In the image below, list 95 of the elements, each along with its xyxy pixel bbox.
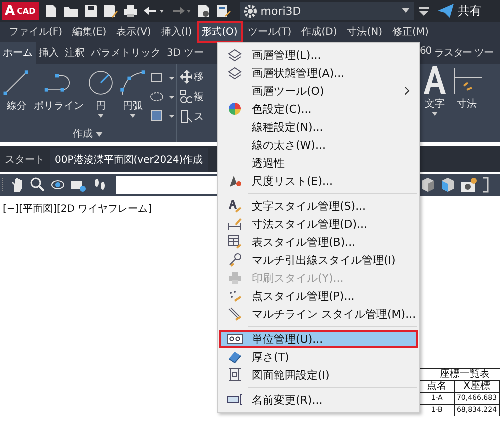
menu-item[interactable]: 寸法スタイル管理(D)...	[219, 215, 418, 233]
menu-item[interactable]: 修正(M)	[388, 21, 434, 43]
grip-icon[interactable]	[2, 177, 6, 193]
ribbon-tab[interactable]: 3D ツー	[164, 42, 208, 64]
copy-icon	[180, 90, 192, 104]
ribbon-small-tool[interactable]: 複	[180, 90, 204, 104]
ribbon-small-tool[interactable]: 移	[180, 70, 204, 84]
ribbon-tab[interactable]: 注釈	[62, 42, 88, 64]
ribbon-tool-button[interactable]: 寸法	[452, 64, 482, 142]
text-style-icon	[228, 199, 242, 213]
menu-item[interactable]: 表示(V)	[112, 21, 156, 43]
menu-item[interactable]: 厚さ(T)	[219, 348, 418, 366]
ribbon-tool-button[interactable]: ポリライン	[34, 68, 84, 124]
menu-item[interactable]: 画層ツール(O)	[219, 82, 418, 100]
share-button[interactable]: 共有	[438, 2, 482, 20]
print-icon[interactable]	[122, 4, 138, 18]
menu-item[interactable]: 挿入(I)	[156, 21, 198, 43]
file-tab[interactable]: スタート	[0, 148, 50, 172]
dimension-style-icon	[228, 217, 242, 231]
ribbon-tab[interactable]: パラメトリック	[88, 42, 164, 64]
caret-icon	[402, 8, 410, 14]
units-icon	[227, 333, 243, 345]
bracket-icon[interactable]	[482, 177, 490, 193]
printer-icon	[228, 271, 242, 285]
menu-item[interactable]: 作成(D)	[296, 21, 342, 43]
menu-item[interactable]: 編集(E)	[68, 21, 112, 43]
color-wheel-icon	[228, 102, 242, 116]
menu-item[interactable]: 寸法(N)	[342, 21, 388, 43]
menu-item[interactable]: 文字スタイル管理(S)...	[219, 197, 418, 215]
menu-item[interactable]: 形式(O)	[197, 21, 243, 43]
file-tab[interactable]: 00P港浚渫平面図(ver2024)作成	[50, 148, 208, 172]
rectangle-tool-icon[interactable]	[150, 71, 176, 85]
scale-icon	[228, 174, 242, 188]
workspace-dropdown[interactable]: mori3D	[240, 2, 414, 20]
plot-preview-icon[interactable]	[196, 4, 211, 18]
folder-icon[interactable]	[62, 4, 79, 18]
ribbon-small-tool[interactable]: ス	[180, 110, 204, 124]
circle-icon	[86, 68, 116, 98]
move-icon	[180, 70, 192, 84]
caret-icon	[432, 112, 438, 116]
paper-plane-icon	[438, 4, 454, 18]
menu-item[interactable]: 画層状態管理(A)...	[219, 64, 418, 82]
menu-item[interactable]: 線種設定(N)...	[219, 118, 418, 136]
menu-item[interactable]: マルチライン スタイル管理(M)...	[219, 305, 418, 323]
menu-item[interactable]: ファイル(F)	[4, 21, 68, 43]
multiline-style-icon	[228, 307, 242, 321]
ribbon-tab[interactable]: ホーム	[0, 42, 36, 64]
menu-item[interactable]: 点スタイル管理(P)...	[219, 287, 418, 305]
table-header: X座標	[455, 381, 500, 392]
menu-item[interactable]: 線の太さ(W)...	[219, 136, 418, 154]
menu-item[interactable]: 単位管理(U)...	[219, 330, 418, 348]
panel-title[interactable]: 作成	[0, 124, 176, 141]
menu-item[interactable]: 表スタイル管理(B)...	[219, 233, 418, 251]
command-field[interactable]	[116, 176, 219, 194]
menu-item[interactable]: ツール(T)	[242, 21, 297, 43]
table-style-icon	[228, 235, 242, 249]
new-file-icon[interactable]	[44, 4, 58, 18]
eraser-icon	[228, 350, 242, 364]
menu-item[interactable]: 透過性	[219, 154, 418, 172]
table-title: 座標一覧表	[439, 369, 491, 380]
zoom-icon[interactable]	[30, 177, 46, 193]
gear-icon	[244, 4, 257, 18]
cube-icon[interactable]	[440, 177, 456, 193]
arc-icon	[118, 68, 148, 98]
ribbon-tool-button[interactable]: 円弧	[118, 68, 148, 124]
camera-icon[interactable]	[460, 177, 478, 193]
menu-item[interactable]: 図面範囲設定(I)	[219, 366, 418, 384]
menu-item[interactable]: 画層管理(L)...	[219, 46, 418, 64]
ribbon-tab[interactable]: 挿入	[36, 42, 62, 64]
ribbon-tool-button[interactable]: 文字	[420, 64, 450, 142]
viewport-label[interactable]: [−][平面図][2D ワイヤフレーム]	[3, 202, 152, 216]
save-as-icon[interactable]	[102, 4, 118, 18]
rename-icon	[227, 394, 243, 406]
footprints-icon[interactable]	[92, 177, 108, 193]
caret-icon	[130, 114, 136, 118]
ribbon-tab[interactable]: ラスター ツー	[434, 42, 494, 64]
ribbon-tool-button[interactable]: 線分	[2, 68, 32, 124]
undo-icon[interactable]	[142, 4, 165, 18]
menu-item[interactable]: 色設定(C)...	[219, 100, 418, 118]
caret-icon	[98, 114, 104, 118]
save-icon[interactable]	[84, 4, 98, 18]
caret-icon	[96, 132, 104, 137]
ribbon-tool-button[interactable]: 円	[86, 68, 116, 124]
ellipse-tool-icon[interactable]	[150, 90, 176, 104]
customize-icon[interactable]	[418, 6, 429, 16]
publish-icon[interactable]	[216, 4, 231, 18]
menu-item[interactable]: 名前変更(R)...	[219, 391, 418, 409]
cube-icon[interactable]	[420, 177, 436, 193]
ribbon-tab[interactable]: 60	[420, 42, 432, 64]
layers-icon	[228, 66, 242, 80]
layers-icon	[228, 48, 242, 62]
point-style-icon	[228, 289, 242, 303]
leader-style-icon	[228, 253, 242, 267]
hatch-tool-icon[interactable]	[150, 109, 176, 123]
menu-item[interactable]: マルチ引出線スタイル管理(I)	[219, 251, 418, 269]
